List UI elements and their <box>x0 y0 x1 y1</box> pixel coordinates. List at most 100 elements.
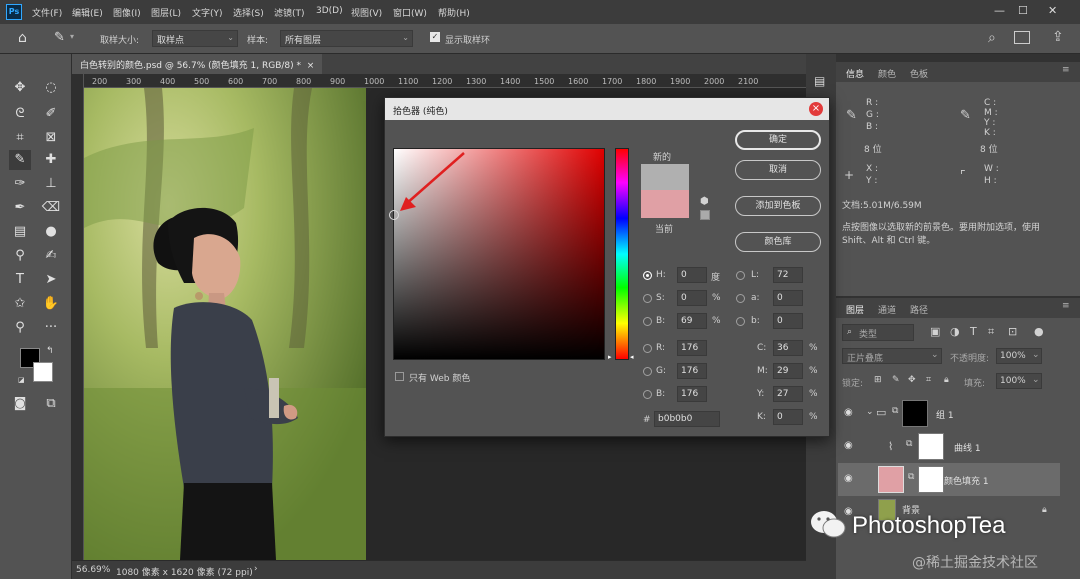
quick-mask-icon[interactable]: ◙ <box>9 394 31 414</box>
move-tool-icon[interactable]: ✥ <box>9 78 31 98</box>
web-safe-swatch-icon[interactable] <box>700 210 710 220</box>
crop-tool-icon[interactable]: ⌗ <box>9 128 31 148</box>
a-field[interactable]: 0 <box>773 290 803 306</box>
s-radio[interactable] <box>643 294 652 303</box>
chevron-down-icon[interactable]: ▾ <box>70 32 74 41</box>
close-tab-icon[interactable]: × <box>307 61 315 71</box>
web-only-checkbox[interactable] <box>395 372 404 381</box>
stamp-tool-icon[interactable]: ⊥ <box>40 174 62 194</box>
saturation-brightness-field[interactable] <box>389 148 605 360</box>
l-field[interactable]: 72 <box>773 267 803 283</box>
filter-pixel-icon[interactable]: ▣ <box>930 325 940 338</box>
filter-adjustment-icon[interactable]: ◑ <box>950 325 960 338</box>
menu-edit[interactable]: 编辑(E) <box>72 6 103 19</box>
eye-icon[interactable]: ◉ <box>844 407 853 418</box>
menu-window[interactable]: 窗口(W) <box>393 6 427 19</box>
lab-b-field[interactable]: 0 <box>773 313 803 329</box>
b-radio[interactable] <box>643 317 652 326</box>
menu-select[interactable]: 选择(S) <box>233 6 264 19</box>
tab-swatches[interactable]: 色板 <box>910 67 928 80</box>
lock-artboard-icon[interactable]: ⌗ <box>926 375 931 385</box>
h-radio[interactable] <box>643 271 652 280</box>
color-libraries-button[interactable]: 颜色库 <box>735 232 821 252</box>
quick-select-tool-icon[interactable]: ✐ <box>40 104 62 124</box>
zoom-level[interactable]: 56.69% <box>76 565 110 575</box>
menu-filter[interactable]: 滤镜(T) <box>274 6 305 19</box>
sample-select[interactable]: 所有图层 ⌄ <box>280 30 413 47</box>
minimize-icon[interactable]: — <box>994 4 1005 17</box>
g-field[interactable]: 176 <box>677 363 707 379</box>
r-radio[interactable] <box>643 344 652 353</box>
frame-tool-icon[interactable]: ⊠ <box>40 128 62 148</box>
hex-field[interactable]: b0b0b0 <box>654 411 720 427</box>
chevron-down-icon[interactable]: ⌄ <box>866 407 874 417</box>
eraser-tool-icon[interactable]: ⌫ <box>40 198 62 218</box>
menu-view[interactable]: 视图(V) <box>351 6 382 19</box>
l-radio[interactable] <box>736 271 745 280</box>
hue-slider[interactable]: ▸ ◂ <box>608 148 634 361</box>
default-colors-icon[interactable]: ◪ <box>18 376 25 384</box>
tab-layers[interactable]: 图层 <box>846 303 864 316</box>
menu-type[interactable]: 文字(Y) <box>192 6 223 19</box>
sample-size-select[interactable]: 取样点 ⌄ <box>152 30 238 47</box>
close-window-icon[interactable]: ✕ <box>1048 4 1057 17</box>
eye-icon[interactable]: ◉ <box>844 473 853 484</box>
y-field[interactable]: 27 <box>773 386 803 402</box>
blend-mode-select[interactable]: 正片叠底 ⌄ <box>842 348 942 364</box>
chevron-right-icon[interactable]: › <box>254 564 258 574</box>
menu-3d[interactable]: 3D(D) <box>316 6 343 16</box>
current-color-swatch[interactable] <box>641 190 689 218</box>
path-select-icon[interactable]: ➤ <box>40 270 62 290</box>
opacity-field[interactable]: 100% ⌄ <box>996 348 1042 364</box>
filter-shape-icon[interactable]: ⌗ <box>988 325 994 339</box>
type-tool-icon[interactable]: T <box>9 270 31 290</box>
cancel-button[interactable]: 取消 <box>735 160 821 180</box>
h-field[interactable]: 0 <box>677 267 707 283</box>
add-to-swatches-button[interactable]: 添加到色板 <box>735 196 821 216</box>
k-field[interactable]: 0 <box>773 409 803 425</box>
search-icon[interactable]: ⌕ <box>988 30 996 46</box>
menu-layer[interactable]: 图层(L) <box>151 6 181 19</box>
layer-row-selected[interactable]: ◉ ⧉ 颜色填充 1 <box>838 463 1060 496</box>
cube-icon[interactable]: ⬢ <box>700 196 709 207</box>
gradient-tool-icon[interactable]: ▤ <box>9 222 31 242</box>
document-tab[interactable]: 白色转别的颜色.psd @ 56.7% (颜色填充 1, RGB/8) * × <box>72 54 323 74</box>
background-color-swatch[interactable] <box>33 362 53 382</box>
lock-pixels-icon[interactable]: ✎ <box>892 375 900 385</box>
panel-menu-icon[interactable]: ≡ <box>1062 301 1070 311</box>
pen-tool-icon[interactable]: ✍ <box>40 246 62 266</box>
healing-tool-icon[interactable]: ✚ <box>40 150 62 170</box>
marquee-tool-icon[interactable]: ◌ <box>40 78 62 98</box>
layer-row[interactable]: ◉ ⌇ ⧉ 曲线 1 <box>838 430 1060 463</box>
shape-tool-icon[interactable]: ✩ <box>9 294 31 314</box>
lab-b-radio[interactable] <box>736 317 745 326</box>
show-ring-checkbox[interactable]: ✓ <box>430 32 440 42</box>
layer-row[interactable]: ◉ ⌄ ▭ ⧉ 组 1 <box>838 397 1060 430</box>
menu-help[interactable]: 帮助(H) <box>438 6 470 19</box>
history-icon[interactable]: ▤ <box>814 74 825 88</box>
zoom-tool-icon[interactable]: ⚲ <box>9 318 31 338</box>
m-field[interactable]: 29 <box>773 363 803 379</box>
swap-colors-icon[interactable]: ↰ <box>46 346 54 356</box>
s-field[interactable]: 0 <box>677 290 707 306</box>
lasso-tool-icon[interactable]: ᘓ <box>9 104 31 124</box>
blur-tool-icon[interactable]: ● <box>40 222 62 242</box>
eyedropper-tool-icon[interactable]: ✎ <box>54 30 65 45</box>
workspace-icon[interactable] <box>1014 31 1030 44</box>
maximize-icon[interactable]: ☐ <box>1018 4 1028 17</box>
screen-mode-icon[interactable]: ⧉ <box>40 394 62 414</box>
ok-button[interactable]: 确定 <box>735 130 821 150</box>
b-field[interactable]: 69 <box>677 313 707 329</box>
hand-tool-icon[interactable]: ✋ <box>40 294 62 314</box>
panel-menu-icon[interactable]: ≡ <box>1062 65 1070 75</box>
rgb-b-radio[interactable] <box>643 390 652 399</box>
more-tools-icon[interactable]: ··· <box>40 318 62 338</box>
brush-tool-icon[interactable]: ✑ <box>9 174 31 194</box>
r-field[interactable]: 176 <box>677 340 707 356</box>
lock-transparency-icon[interactable]: ⊞ <box>874 375 882 385</box>
rgb-b-field[interactable]: 176 <box>677 386 707 402</box>
close-icon[interactable]: × <box>809 102 823 116</box>
menu-image[interactable]: 图像(I) <box>113 6 141 19</box>
menu-file[interactable]: 文件(F) <box>32 6 62 19</box>
tab-color[interactable]: 颜色 <box>878 67 896 80</box>
